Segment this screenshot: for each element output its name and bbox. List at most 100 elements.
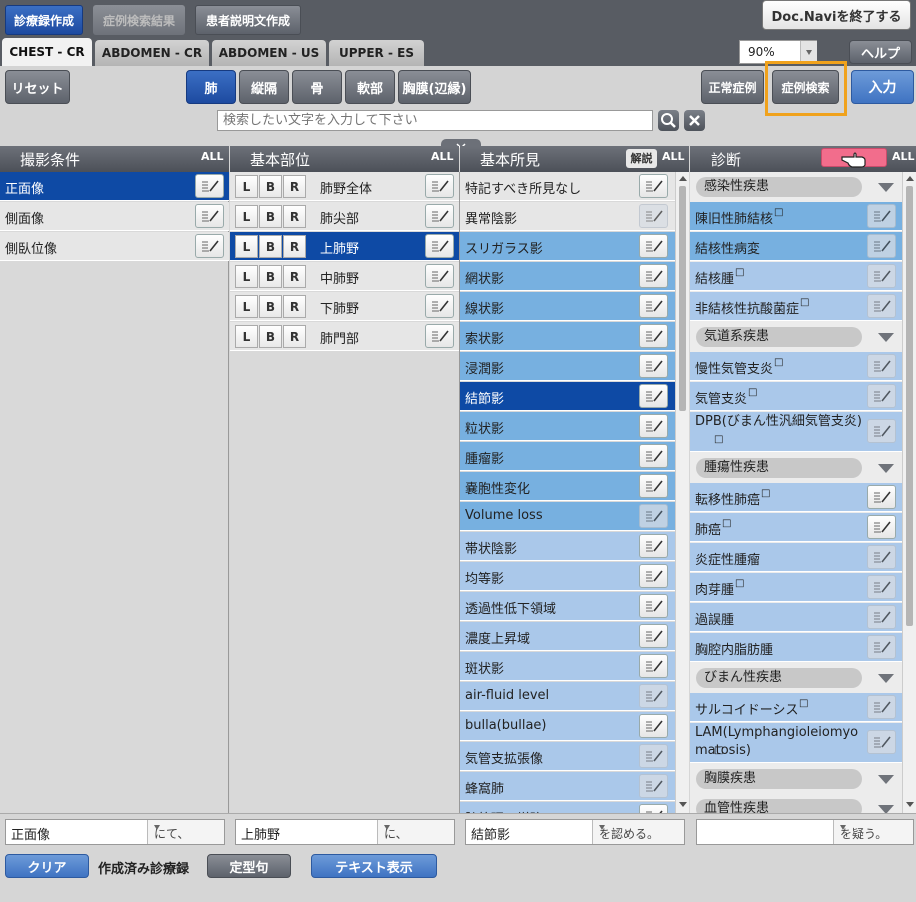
collapse-triangle-icon[interactable] <box>878 805 894 813</box>
sentence-finding-suffix[interactable]: を認める。 <box>592 820 684 844</box>
clear-search-button[interactable] <box>684 110 705 131</box>
edit-button[interactable] <box>867 695 896 719</box>
modality-tab-upper-es[interactable]: UPPER - ES <box>329 40 424 66</box>
site-row[interactable]: L B R 上肺野 <box>230 232 459 261</box>
site-row[interactable]: L B R 肺野全体 <box>230 172 459 201</box>
edit-button[interactable] <box>639 294 668 318</box>
side-button[interactable]: B <box>259 295 282 318</box>
edit-button[interactable] <box>639 504 668 528</box>
modality-tab-chest-cr[interactable]: CHEST - CR <box>2 38 92 66</box>
sentence-diagnosis-suffix[interactable]: を疑う。 <box>833 820 913 844</box>
diagnosis-row[interactable]: 転移性肺癌 □ <box>690 483 902 512</box>
edit-button[interactable] <box>639 264 668 288</box>
region-button-pleura[interactable]: 胸膜(辺縁) <box>398 70 471 104</box>
diagnosis-row[interactable]: 肉芽腫 □ <box>690 573 902 602</box>
diagnosis-row[interactable]: LAM(Lymphangioleiomyomatosis) □ <box>690 723 902 763</box>
edit-button[interactable] <box>425 324 454 348</box>
diagnosis-category[interactable]: 血管性疾患 <box>690 794 902 813</box>
finding-row[interactable]: スリガラス影 <box>460 232 675 261</box>
side-button[interactable]: B <box>259 175 282 198</box>
edit-button[interactable] <box>639 474 668 498</box>
scroll-up-arrow[interactable] <box>906 176 914 181</box>
edit-button[interactable] <box>639 804 668 813</box>
findings-explain-button[interactable]: 解説 <box>626 149 657 168</box>
diagnosis-row[interactable]: 炎症性腫瘤 <box>690 543 902 572</box>
clear-button[interactable]: クリア <box>5 854 89 878</box>
finding-row[interactable]: bulla(bullae) <box>460 712 675 741</box>
side-button[interactable]: L <box>235 295 258 318</box>
text-display-button[interactable]: テキスト表示 <box>311 854 437 878</box>
finding-row[interactable]: 嚢胞性変化 <box>460 472 675 501</box>
scroll-thumb[interactable] <box>906 186 913 626</box>
edit-button[interactable] <box>639 414 668 438</box>
edit-button[interactable] <box>195 234 224 258</box>
region-button-bone[interactable]: 骨 <box>292 70 342 104</box>
side-button[interactable]: L <box>235 235 258 258</box>
diagnosis-category[interactable]: 胸膜疾患 <box>690 764 902 794</box>
condition-row[interactable]: 側面像 <box>0 202 229 231</box>
sentence-diagnosis-select[interactable]: を疑う。 <box>696 819 914 845</box>
edit-button[interactable] <box>867 730 896 754</box>
edit-button[interactable] <box>195 174 224 198</box>
modality-tab-abdomen-cr[interactable]: ABDOMEN - CR <box>95 40 209 66</box>
edit-button[interactable] <box>867 515 896 539</box>
edit-button[interactable] <box>639 324 668 348</box>
side-button[interactable]: R <box>283 175 306 198</box>
diagnosis-row[interactable]: 気管支炎 □ <box>690 382 902 411</box>
edit-button[interactable] <box>867 204 896 228</box>
finding-row[interactable]: 濃度上昇域 <box>460 622 675 651</box>
diagnosis-all-button[interactable]: ALL <box>892 150 915 163</box>
finding-row[interactable]: 腫瘤影 <box>460 442 675 471</box>
finding-row[interactable]: 網状影 <box>460 262 675 291</box>
sites-all-button[interactable]: ALL <box>431 150 454 163</box>
diagnosis-row[interactable]: 肺癌 □ <box>690 513 902 542</box>
finding-row[interactable]: 特記すべき所見なし <box>460 172 675 201</box>
edit-button[interactable] <box>639 714 668 738</box>
edit-button[interactable] <box>639 774 668 798</box>
edit-button[interactable] <box>639 654 668 678</box>
diagnosis-row[interactable]: 胸腔内脂肪腫 <box>690 633 902 662</box>
region-button-mediastinum[interactable]: 縦隔 <box>239 70 289 104</box>
edit-button[interactable] <box>867 575 896 599</box>
side-button[interactable]: B <box>259 265 282 288</box>
edit-button[interactable] <box>867 419 896 443</box>
diagnosis-row[interactable]: 結核性病変 <box>690 232 902 261</box>
diagnosis-row[interactable]: 過誤腫 <box>690 603 902 632</box>
finding-row[interactable]: 蜂窩肺 <box>460 772 675 801</box>
side-button[interactable]: R <box>283 265 306 288</box>
side-button[interactable]: R <box>283 205 306 228</box>
tab-record-create[interactable]: 診療録作成 <box>5 5 83 35</box>
edit-button[interactable] <box>639 354 668 378</box>
search-button[interactable] <box>658 110 679 131</box>
diagnosis-pointer-button[interactable] <box>821 148 887 168</box>
tab-patient-explanation[interactable]: 患者説明文作成 <box>195 5 301 35</box>
conditions-all-button[interactable]: ALL <box>201 150 224 163</box>
side-button[interactable]: L <box>235 205 258 228</box>
edit-button[interactable] <box>639 624 668 648</box>
edit-button[interactable] <box>867 264 896 288</box>
condition-row[interactable]: 側臥位像 <box>0 232 229 261</box>
sentence-site-suffix[interactable]: に、 <box>377 820 454 844</box>
finding-row[interactable]: air-fluid level <box>460 682 675 711</box>
edit-button[interactable] <box>867 545 896 569</box>
collapse-triangle-icon[interactable] <box>878 333 894 342</box>
scroll-thumb[interactable] <box>679 186 686 411</box>
finding-row[interactable]: 気管支拡張像 <box>460 742 675 771</box>
diagnosis-category[interactable]: びまん性疾患 <box>690 663 902 693</box>
findings-scrollbar[interactable] <box>675 172 689 813</box>
side-button[interactable]: B <box>259 235 282 258</box>
finding-row[interactable]: 索状影 <box>460 322 675 351</box>
region-button-lung[interactable]: 肺 <box>186 70 236 104</box>
finding-row[interactable]: 結節影 <box>460 382 675 411</box>
edit-button[interactable] <box>639 594 668 618</box>
edit-button[interactable] <box>639 744 668 768</box>
finding-row[interactable]: 斑状影 <box>460 652 675 681</box>
diagnosis-row[interactable]: 非結核性抗酸菌症 □ <box>690 292 902 321</box>
sentence-condition-select[interactable]: 正面像 にて、 <box>5 819 225 845</box>
zoom-dropdown-arrow[interactable] <box>800 41 817 63</box>
scroll-down-arrow[interactable] <box>906 802 914 807</box>
modality-tab-abdomen-us[interactable]: ABDOMEN - US <box>212 40 326 66</box>
edit-button[interactable] <box>195 204 224 228</box>
edit-button[interactable] <box>425 234 454 258</box>
finding-row[interactable]: Volume loss <box>460 502 675 531</box>
